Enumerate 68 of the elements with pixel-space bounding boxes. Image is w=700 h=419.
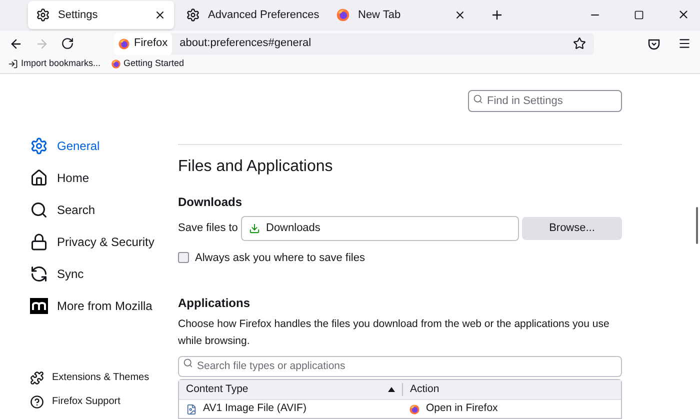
import-icon xyxy=(8,59,18,70)
bookmark-item[interactable]: Import bookmarks... xyxy=(8,57,101,71)
search-icon xyxy=(183,358,193,368)
applications-heading: Applications xyxy=(178,295,252,312)
back-icon[interactable] xyxy=(9,36,23,51)
tab-label: Settings xyxy=(58,8,99,24)
download-folder-field[interactable]: Downloads xyxy=(241,216,519,240)
applications-description: Choose how Firefox handles the files you download from the web or the applications you use while browsing. xyxy=(178,317,610,349)
sidebar-item[interactable]: More from Mozilla xyxy=(30,290,178,322)
reload-icon[interactable] xyxy=(61,37,74,50)
browser-tab[interactable]: Advanced Preferences xyxy=(178,1,324,30)
scrollbar-thumb[interactable] xyxy=(696,206,698,244)
sidebar-link[interactable]: Extensions & Themes xyxy=(30,366,178,390)
checkbox[interactable] xyxy=(178,252,189,264)
download-icon xyxy=(249,222,260,234)
sidebar-item[interactable]: Search xyxy=(30,194,178,226)
pocket-icon[interactable] xyxy=(648,38,660,50)
firefox-logo-icon xyxy=(336,8,350,22)
table-cell: Open in Firefox xyxy=(403,401,621,417)
column-header[interactable]: Content Type xyxy=(179,383,403,396)
save-files-label: Save files to xyxy=(178,220,239,236)
bookmark-label: Getting Started xyxy=(124,57,184,70)
column-header[interactable]: Action xyxy=(403,383,621,396)
firefox-logo-icon xyxy=(110,59,121,70)
tab-label: New Tab xyxy=(358,8,402,24)
help-icon xyxy=(30,394,44,408)
bookmark-star-icon[interactable] xyxy=(573,37,586,50)
bookmark-item[interactable]: Getting Started xyxy=(110,57,184,71)
sidebar-item[interactable]: General xyxy=(30,130,178,162)
gear-icon xyxy=(36,8,50,22)
lock-icon xyxy=(30,232,48,250)
table-cell: AV1 Image File (AVIF) xyxy=(179,401,403,417)
identity-label: Firefox xyxy=(134,36,168,52)
close-window-icon[interactable] xyxy=(677,8,690,22)
gear-icon xyxy=(186,8,200,22)
gear-icon xyxy=(30,136,48,154)
new-tab-icon[interactable] xyxy=(490,8,504,22)
close-icon[interactable] xyxy=(154,9,166,22)
sidebar-item[interactable]: Privacy & Security xyxy=(30,226,178,258)
address-bar[interactable]: Firefox about:preferences#general xyxy=(114,32,594,55)
identity-chip[interactable]: Firefox xyxy=(114,32,172,55)
section-title: Files and Applications xyxy=(178,156,334,176)
search-icon xyxy=(473,94,483,104)
file-type-search-field[interactable]: Search file types or applications xyxy=(178,356,622,376)
home-icon xyxy=(30,168,48,186)
firefox-logo-icon xyxy=(409,404,420,414)
menu-icon[interactable] xyxy=(678,37,691,50)
close-icon[interactable] xyxy=(454,9,466,22)
sidebar-link[interactable]: Firefox Support xyxy=(30,390,178,414)
mozilla-logo-icon xyxy=(30,298,48,314)
browser-tab[interactable]: Settings xyxy=(28,1,174,30)
url-text: about:preferences#general xyxy=(180,36,312,52)
browser-tab[interactable]: New Tab xyxy=(328,1,474,30)
downloads-heading: Downloads xyxy=(178,194,244,210)
search-icon xyxy=(30,200,48,218)
sync-icon xyxy=(30,264,48,282)
browse-button[interactable]: Browse... xyxy=(522,216,622,240)
sidebar-item[interactable]: Sync xyxy=(30,258,178,290)
tab-label: Advanced Preferences xyxy=(208,8,320,24)
maximize-icon[interactable] xyxy=(634,10,644,20)
bookmark-label: Import bookmarks... xyxy=(21,57,101,70)
sort-ascending-icon xyxy=(388,387,395,392)
firefox-logo-icon xyxy=(118,38,130,50)
checkbox-label: Always ask you where to save files xyxy=(195,250,365,266)
image-file-icon xyxy=(186,404,197,414)
find-in-settings-field[interactable]: Find in Settings xyxy=(468,90,622,112)
sidebar-item[interactable]: Home xyxy=(30,162,178,194)
puzzle-icon xyxy=(30,370,44,384)
